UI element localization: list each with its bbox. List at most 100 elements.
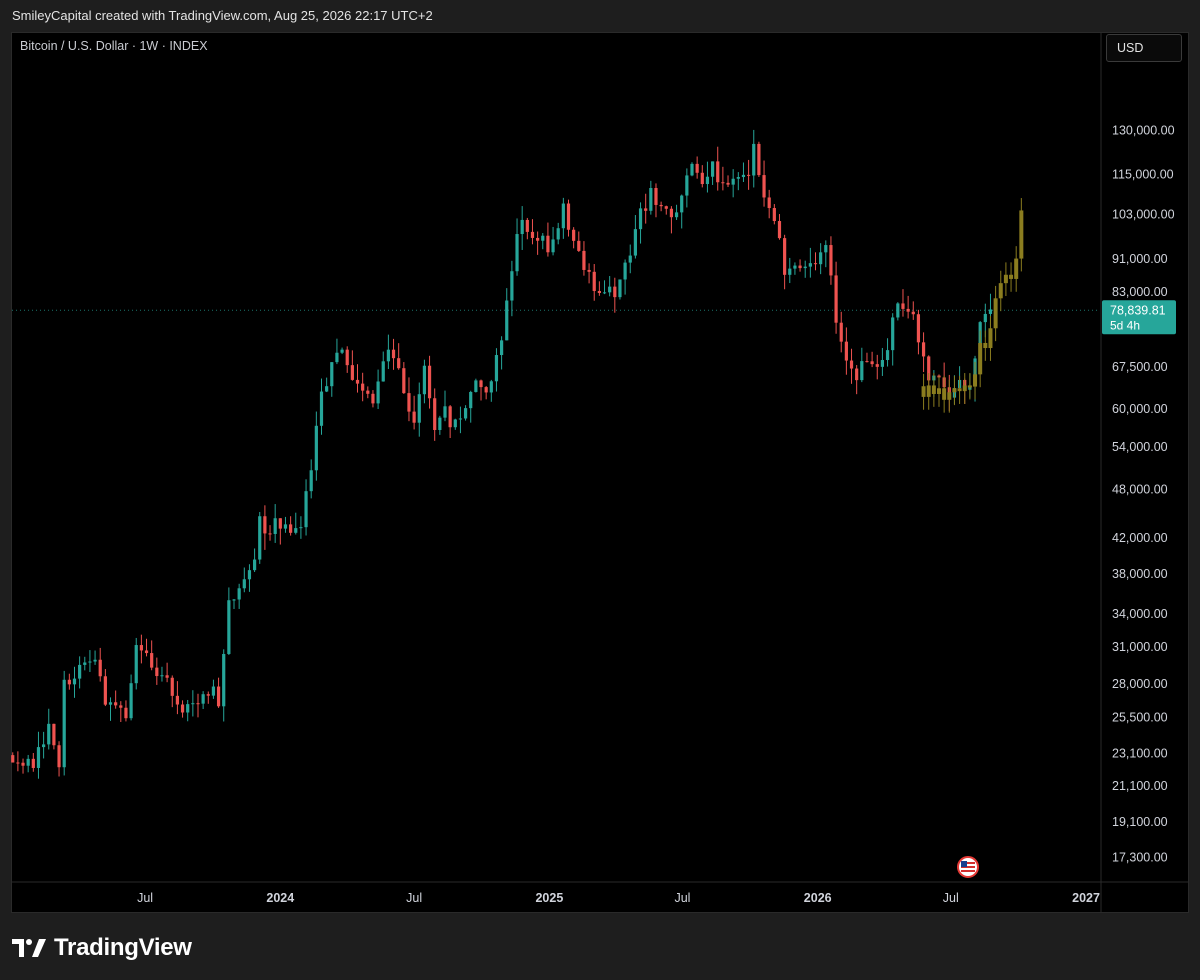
- candle-body[interactable]: [242, 579, 246, 589]
- candle-body[interactable]: [453, 419, 457, 428]
- candle-body[interactable]: [186, 704, 190, 713]
- candle-body[interactable]: [170, 677, 174, 696]
- candle-body[interactable]: [669, 208, 674, 218]
- candle-body[interactable]: [633, 229, 637, 256]
- candle-body[interactable]: [36, 747, 41, 768]
- candle-body[interactable]: [505, 300, 509, 341]
- candle-body[interactable]: [885, 350, 890, 361]
- candle-body[interactable]: [258, 516, 262, 560]
- candle-body[interactable]: [690, 163, 694, 176]
- candle-body[interactable]: [530, 231, 535, 238]
- candle-body[interactable]: [561, 203, 565, 229]
- candle-body[interactable]: [72, 678, 77, 685]
- candle-body[interactable]: [510, 271, 514, 301]
- candle-body[interactable]: [839, 322, 843, 342]
- us-flag-icon[interactable]: [957, 856, 979, 878]
- candle-body[interactable]: [891, 317, 895, 351]
- candle-body[interactable]: [525, 219, 529, 232]
- candle-body[interactable]: [335, 352, 339, 363]
- candle-body[interactable]: [103, 676, 107, 705]
- candle-body[interactable]: [422, 365, 427, 395]
- candle-body[interactable]: [304, 491, 308, 528]
- candle-body[interactable]: [489, 381, 493, 393]
- candle-body[interactable]: [155, 667, 159, 677]
- candle-body[interactable]: [381, 361, 385, 382]
- candle-body[interactable]: [520, 219, 524, 235]
- candle-body[interactable]: [865, 361, 869, 363]
- candle-body[interactable]: [824, 245, 828, 253]
- candle-body[interactable]: [88, 661, 92, 663]
- candle-body[interactable]: [695, 163, 699, 173]
- candle-body[interactable]: [834, 275, 838, 323]
- candle-body[interactable]: [26, 758, 30, 766]
- candle-body[interactable]: [484, 387, 488, 393]
- candle-body[interactable]: [741, 174, 746, 178]
- candle-body[interactable]: [371, 393, 375, 404]
- candle-body[interactable]: [783, 238, 787, 275]
- candle-body[interactable]: [597, 290, 601, 293]
- candle-body[interactable]: [551, 239, 555, 253]
- candle-body[interactable]: [808, 263, 812, 267]
- candle-body[interactable]: [11, 755, 15, 763]
- candle-body[interactable]: [232, 599, 236, 601]
- candle-body[interactable]: [458, 418, 463, 420]
- candle-body[interactable]: [191, 703, 195, 705]
- candle-body[interactable]: [469, 391, 473, 409]
- candle-body[interactable]: [407, 393, 411, 412]
- candle-body[interactable]: [479, 380, 483, 388]
- candle-body[interactable]: [474, 380, 478, 392]
- candle-body[interactable]: [767, 197, 771, 209]
- candle-body[interactable]: [757, 143, 761, 176]
- candle-body[interactable]: [726, 182, 730, 185]
- candle-body[interactable]: [582, 250, 586, 270]
- candle-body[interactable]: [901, 303, 905, 309]
- candle-body[interactable]: [628, 255, 632, 263]
- candle-body[interactable]: [216, 686, 221, 707]
- candle-body[interactable]: [500, 340, 504, 356]
- candle-body[interactable]: [325, 386, 329, 392]
- candle-body[interactable]: [916, 314, 921, 343]
- candle-body[interactable]: [196, 703, 200, 705]
- candle-body[interactable]: [906, 308, 910, 312]
- candle-body[interactable]: [813, 263, 818, 265]
- candle-body[interactable]: [602, 292, 607, 294]
- candle-body[interactable]: [57, 745, 61, 768]
- candle-body[interactable]: [803, 266, 807, 269]
- candle-body[interactable]: [247, 570, 252, 580]
- candle-body[interactable]: [613, 286, 617, 298]
- candle-body[interactable]: [546, 235, 550, 253]
- candle-body[interactable]: [52, 723, 56, 746]
- candle-body[interactable]: [350, 365, 354, 380]
- price-chart[interactable]: 130,000.00 115,000.00 103,000.00 91,000.00 8…: [0, 0, 1200, 980]
- candle-body[interactable]: [762, 175, 766, 198]
- candle-body[interactable]: [649, 188, 653, 211]
- candle-body[interactable]: [911, 311, 915, 315]
- candle-body[interactable]: [21, 762, 25, 766]
- candle-body[interactable]: [752, 143, 756, 176]
- candle-body[interactable]: [67, 679, 71, 685]
- candle-body[interactable]: [289, 524, 293, 533]
- candle-body[interactable]: [860, 361, 864, 381]
- candle-body[interactable]: [674, 212, 679, 218]
- candle-body[interactable]: [592, 271, 596, 291]
- candle-body[interactable]: [294, 528, 298, 533]
- candle-body[interactable]: [880, 360, 884, 367]
- candle-body[interactable]: [644, 208, 648, 211]
- candle-body[interactable]: [134, 645, 138, 684]
- candle-body[interactable]: [819, 252, 823, 265]
- candle-body[interactable]: [721, 182, 725, 184]
- candle-body[interactable]: [340, 349, 344, 353]
- candle-body[interactable]: [376, 381, 380, 404]
- candle-body[interactable]: [124, 707, 128, 719]
- candle-body[interactable]: [98, 659, 102, 677]
- currency-button[interactable]: USD: [1106, 34, 1182, 62]
- candle-body[interactable]: [896, 303, 900, 318]
- candle-body[interactable]: [983, 313, 987, 323]
- candle-body[interactable]: [268, 533, 272, 535]
- candle-body[interactable]: [330, 362, 334, 387]
- candle-body[interactable]: [731, 178, 735, 185]
- candle-body[interactable]: [314, 425, 318, 471]
- candle-body[interactable]: [988, 309, 993, 314]
- candle-body[interactable]: [83, 662, 87, 665]
- candle-body[interactable]: [747, 174, 751, 176]
